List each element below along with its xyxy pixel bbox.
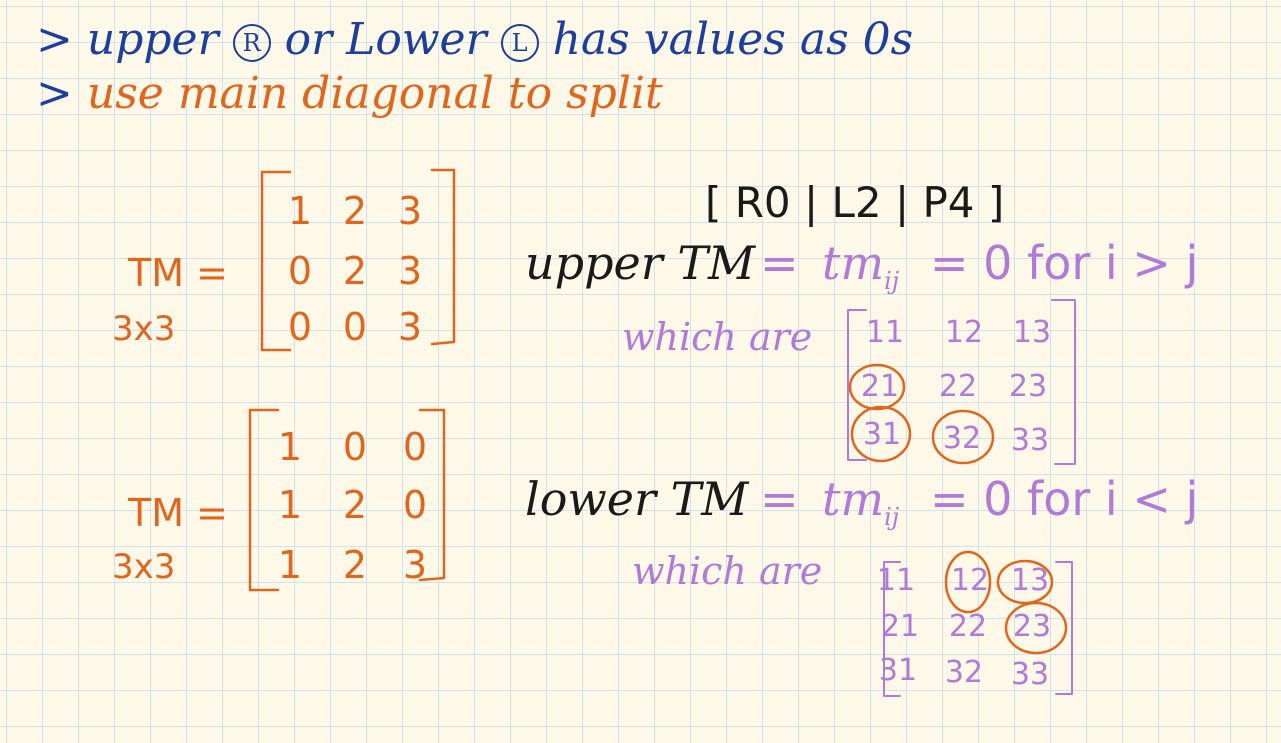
lower-example-dim: 3x3 [112,547,176,587]
upper-index-cell: 11 [865,315,905,350]
lower-example-cell: 1 [277,425,303,469]
upper-index-cell: 22 [938,369,978,404]
lower-example-cell: 2 [342,543,368,587]
lower-example-cell: 0 [342,425,368,469]
upper-index-cell: 23 [1008,369,1048,404]
note-line-1-bullet: > [36,14,73,65]
lower-definition-rhs: tmij [822,476,899,529]
handwritten-notes-page: > upper R or Lower L has values as 0s > … [0,0,1281,743]
note-line-1-rest: has values as 0s [552,14,914,65]
lower-index-cell: 11 [876,563,916,598]
lower-index-cell: 13 [1010,563,1050,598]
note-line-1: > upper R or Lower L has values as 0s [36,18,913,62]
lower-index-cell: 33 [1010,657,1050,692]
upper-index-cell: 21 [860,369,900,404]
note-line-1-upper: upper [86,14,219,65]
upper-example-cell: 3 [397,249,423,293]
lower-example-cell: 1 [277,483,303,527]
upper-example-cell: 0 [287,305,313,349]
lower-index-cell: 31 [878,653,918,688]
upper-which-are: which are [622,315,813,359]
lower-definition-tm: tm [822,472,885,526]
note-line-1-or: or [284,14,333,65]
upper-definition-lhs: upper TM [525,236,756,290]
upper-definition-tm: tm [822,236,885,290]
note-line-2-bullet: > [36,68,73,119]
lower-definition-subscript: ij [884,503,900,532]
upper-index-cell: 12 [944,315,984,350]
lower-index-cell: 22 [948,609,988,644]
lower-index-cell: 32 [944,655,984,690]
lower-definition-lhs: lower TM [525,472,749,526]
upper-example-cell: 3 [397,189,423,233]
upper-example-cell: 1 [287,189,313,233]
upper-example-cell: 2 [342,189,368,233]
lower-definition-eq: = [760,472,799,526]
l-circle-mark: L [500,23,539,62]
lower-index-cell: 12 [950,563,990,598]
r-circle-mark: R [232,23,271,62]
upper-example-label: TM = [128,251,228,295]
upper-index-cell: 33 [1010,423,1050,458]
upper-example-dim: 3x3 [112,309,176,349]
lower-example-cell: 0 [402,483,428,527]
upper-example-cell: 0 [342,305,368,349]
upper-index-cell: 13 [1012,315,1052,350]
upper-example-cell: 3 [397,305,423,349]
upper-index-cell: 32 [942,421,982,456]
note-line-2: > use main diagonal to split [36,72,663,116]
lower-index-cell: 23 [1012,609,1052,644]
lower-example-cell: 2 [342,483,368,527]
lower-example-label: TM = [128,491,228,535]
upper-definition-subscript: ij [884,267,900,296]
upper-example-cell: 2 [342,249,368,293]
lower-example-cell: 3 [402,543,428,587]
upper-example-cell: 0 [287,249,313,293]
lower-which-are: which are [632,549,823,593]
lower-definition-condition: = 0 for i < j [930,472,1199,526]
upper-index-cell: 31 [862,417,902,452]
note-line-2-text: use main diagonal to split [86,68,663,119]
lower-index-cell: 21 [880,609,920,644]
upper-definition-eq: = [760,236,799,290]
upper-definition-rhs: tmij [822,240,899,293]
lower-example-cell: 0 [402,425,428,469]
lower-example-cell: 1 [277,543,303,587]
note-line-1-lower: Lower [346,14,487,65]
upper-definition-condition: = 0 for i > j [930,236,1199,290]
tag-label: [ R0 | L2 | P4 ] [705,178,1005,227]
